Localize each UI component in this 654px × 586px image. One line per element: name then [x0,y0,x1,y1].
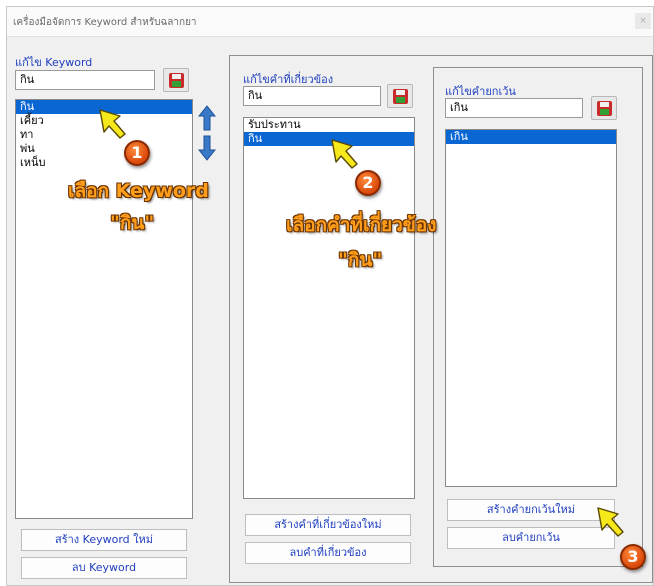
related-list[interactable]: รับประทาน กิน [243,117,415,499]
delete-related-button[interactable]: ลบคำที่เกี่ยวข้อง [245,542,411,564]
list-item[interactable]: เหน็บ [16,156,192,170]
exception-save-button[interactable] [591,96,617,120]
create-related-button[interactable]: สร้างคำที่เกี่ยวข้องใหม่ [245,514,411,536]
pointer-arrow-icon [331,139,358,169]
pointer-arrow-icon [597,507,624,537]
exception-list[interactable]: เกิน [445,129,617,487]
move-down-arrow-icon[interactable] [198,135,216,161]
step-2-badge: 2 [355,170,381,196]
floppy-save-icon [169,73,184,88]
app-window: เครื่องมือจัดการ Keyword สำหรับฉลากยา × … [6,6,654,586]
list-item[interactable]: เกิน [446,130,616,144]
floppy-save-icon [597,101,612,116]
list-item[interactable]: กิน [244,132,414,146]
related-input[interactable]: กิน [243,86,381,106]
related-save-button[interactable] [387,84,413,108]
step-3-badge: 3 [620,544,646,570]
window-title: เครื่องมือจัดการ Keyword สำหรับฉลากยา [13,17,197,28]
list-item[interactable]: รับประทาน [244,118,414,132]
delete-exception-button[interactable]: ลบคำยกเว้น [447,527,615,549]
keyword-list[interactable]: กิน เคี้ยว ทา พ่น เหน็บ [15,99,193,519]
list-item[interactable]: พ่น [16,142,192,156]
step-2-caption: เลือกคำที่เกี่ยวข้อง [286,214,437,236]
step-1-caption-value: "กิน" [110,212,155,234]
pointer-arrow-icon [99,109,126,139]
title-bar: เครื่องมือจัดการ Keyword สำหรับฉลากยา × [7,7,653,37]
create-exception-button[interactable]: สร้างคำยกเว้นใหม่ [447,499,615,521]
floppy-save-icon [393,89,408,104]
keyword-input[interactable]: กิน [15,70,155,90]
move-up-arrow-icon[interactable] [198,105,216,131]
close-button[interactable]: × [635,13,651,29]
delete-keyword-button[interactable]: ลบ Keyword [21,557,187,579]
keyword-save-button[interactable] [163,68,189,92]
exception-input[interactable]: เกิน [445,98,583,118]
step-1-caption: เลือก Keyword [68,180,209,202]
create-keyword-button[interactable]: สร้าง Keyword ใหม่ [21,529,187,551]
step-1-badge: 1 [124,140,150,166]
keyword-panel-label: แก้ไข Keyword [15,56,93,69]
step-2-caption-value: "กิน" [338,249,383,271]
